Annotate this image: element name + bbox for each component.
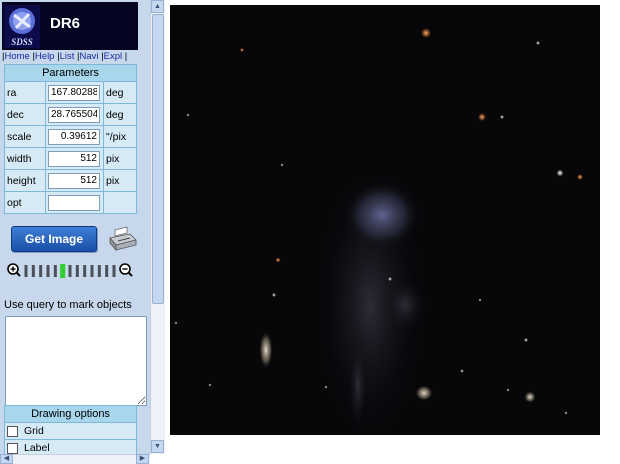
- param-unit: pix: [103, 169, 137, 192]
- param-unit: deg: [103, 103, 137, 126]
- param-label: opt: [4, 191, 46, 214]
- scroll-down-icon[interactable]: ▼: [151, 440, 164, 453]
- zoom-tick[interactable]: [53, 265, 57, 277]
- get-image-button[interactable]: Get Image: [11, 226, 97, 252]
- param-row-ra: ra deg: [4, 81, 137, 104]
- sky-image[interactable]: [170, 5, 600, 435]
- param-label: ra: [4, 81, 46, 104]
- param-unit: "/pix: [103, 125, 137, 148]
- nav-link-help[interactable]: Help: [35, 51, 55, 62]
- label-label: Label: [24, 442, 50, 454]
- parameters-table: Parameters ra deg dec deg scale "/pix wi…: [4, 64, 137, 214]
- zoom-tick[interactable]: [105, 265, 109, 277]
- drawing-options-header: Drawing options: [4, 405, 137, 423]
- param-row-width: width pix: [4, 147, 137, 170]
- nav-link-expl[interactable]: Expl: [104, 51, 122, 62]
- drawing-option-grid[interactable]: Grid: [4, 422, 137, 440]
- opt-input[interactable]: [48, 194, 100, 211]
- scroll-up-icon[interactable]: ▲: [151, 0, 164, 13]
- query-textarea[interactable]: [5, 316, 147, 406]
- zoom-level-marker[interactable]: [60, 264, 66, 278]
- zoom-in-icon[interactable]: [7, 263, 21, 277]
- zoom-tick[interactable]: [112, 265, 116, 277]
- param-unit: [103, 191, 137, 214]
- drawing-option-label[interactable]: Label: [4, 439, 137, 454]
- grid-checkbox[interactable]: [7, 425, 18, 437]
- zoom-out-icon[interactable]: [119, 263, 133, 277]
- sdss-logo-icon: SDSS: [4, 5, 40, 48]
- param-row-scale: scale "/pix: [4, 125, 137, 148]
- left-panel: SDSS DR6 |Home |Help |List |Navi |Expl |…: [0, 0, 150, 454]
- zoom-tick[interactable]: [24, 265, 28, 277]
- sdss-logo-banner[interactable]: SDSS DR6: [2, 2, 138, 50]
- dec-input[interactable]: [48, 106, 100, 123]
- vertical-scrollbar[interactable]: ▲ ▼: [150, 0, 165, 454]
- param-unit: deg: [103, 81, 137, 104]
- grid-label: Grid: [24, 425, 44, 437]
- scroll-left-icon[interactable]: ◀: [0, 454, 13, 464]
- zoom-tick[interactable]: [68, 265, 72, 277]
- ra-input[interactable]: [48, 84, 100, 101]
- nav-link-home[interactable]: Home: [4, 51, 29, 62]
- param-unit: pix: [103, 147, 137, 170]
- param-row-opt: opt: [4, 191, 137, 214]
- height-input[interactable]: [48, 172, 100, 189]
- printer-icon[interactable]: [106, 226, 138, 252]
- zoom-tick[interactable]: [31, 265, 35, 277]
- param-label: width: [4, 147, 46, 170]
- zoom-tick[interactable]: [46, 265, 50, 277]
- release-title: DR6: [50, 15, 81, 32]
- scale-input[interactable]: [48, 128, 100, 145]
- parameters-header: Parameters: [4, 64, 137, 82]
- zoom-tick[interactable]: [39, 265, 43, 277]
- query-label: Use query to mark objects: [4, 299, 132, 311]
- drawing-options-table: Drawing options Grid Label: [4, 405, 137, 454]
- horizontal-scrollbar[interactable]: ◀ ▶: [0, 454, 150, 464]
- param-label: dec: [4, 103, 46, 126]
- param-row-dec: dec deg: [4, 103, 137, 126]
- width-input[interactable]: [48, 150, 100, 167]
- nav-links: |Home |Help |List |Navi |Expl |: [2, 51, 128, 62]
- zoom-tick[interactable]: [75, 265, 79, 277]
- zoom-ticks[interactable]: [24, 264, 116, 278]
- nav-link-list[interactable]: List: [60, 51, 75, 62]
- param-label: scale: [4, 125, 46, 148]
- label-checkbox[interactable]: [7, 442, 18, 454]
- zoom-tick[interactable]: [83, 265, 87, 277]
- param-label: height: [4, 169, 46, 192]
- zoom-tick[interactable]: [90, 265, 94, 277]
- scroll-right-icon[interactable]: ▶: [136, 454, 149, 464]
- scrollbar-thumb[interactable]: [152, 14, 164, 304]
- logo-text: SDSS: [11, 37, 33, 47]
- zoom-tick[interactable]: [97, 265, 101, 277]
- nav-link-navi[interactable]: Navi: [79, 51, 98, 62]
- zoom-slider[interactable]: [6, 262, 138, 280]
- param-row-height: height pix: [4, 169, 137, 192]
